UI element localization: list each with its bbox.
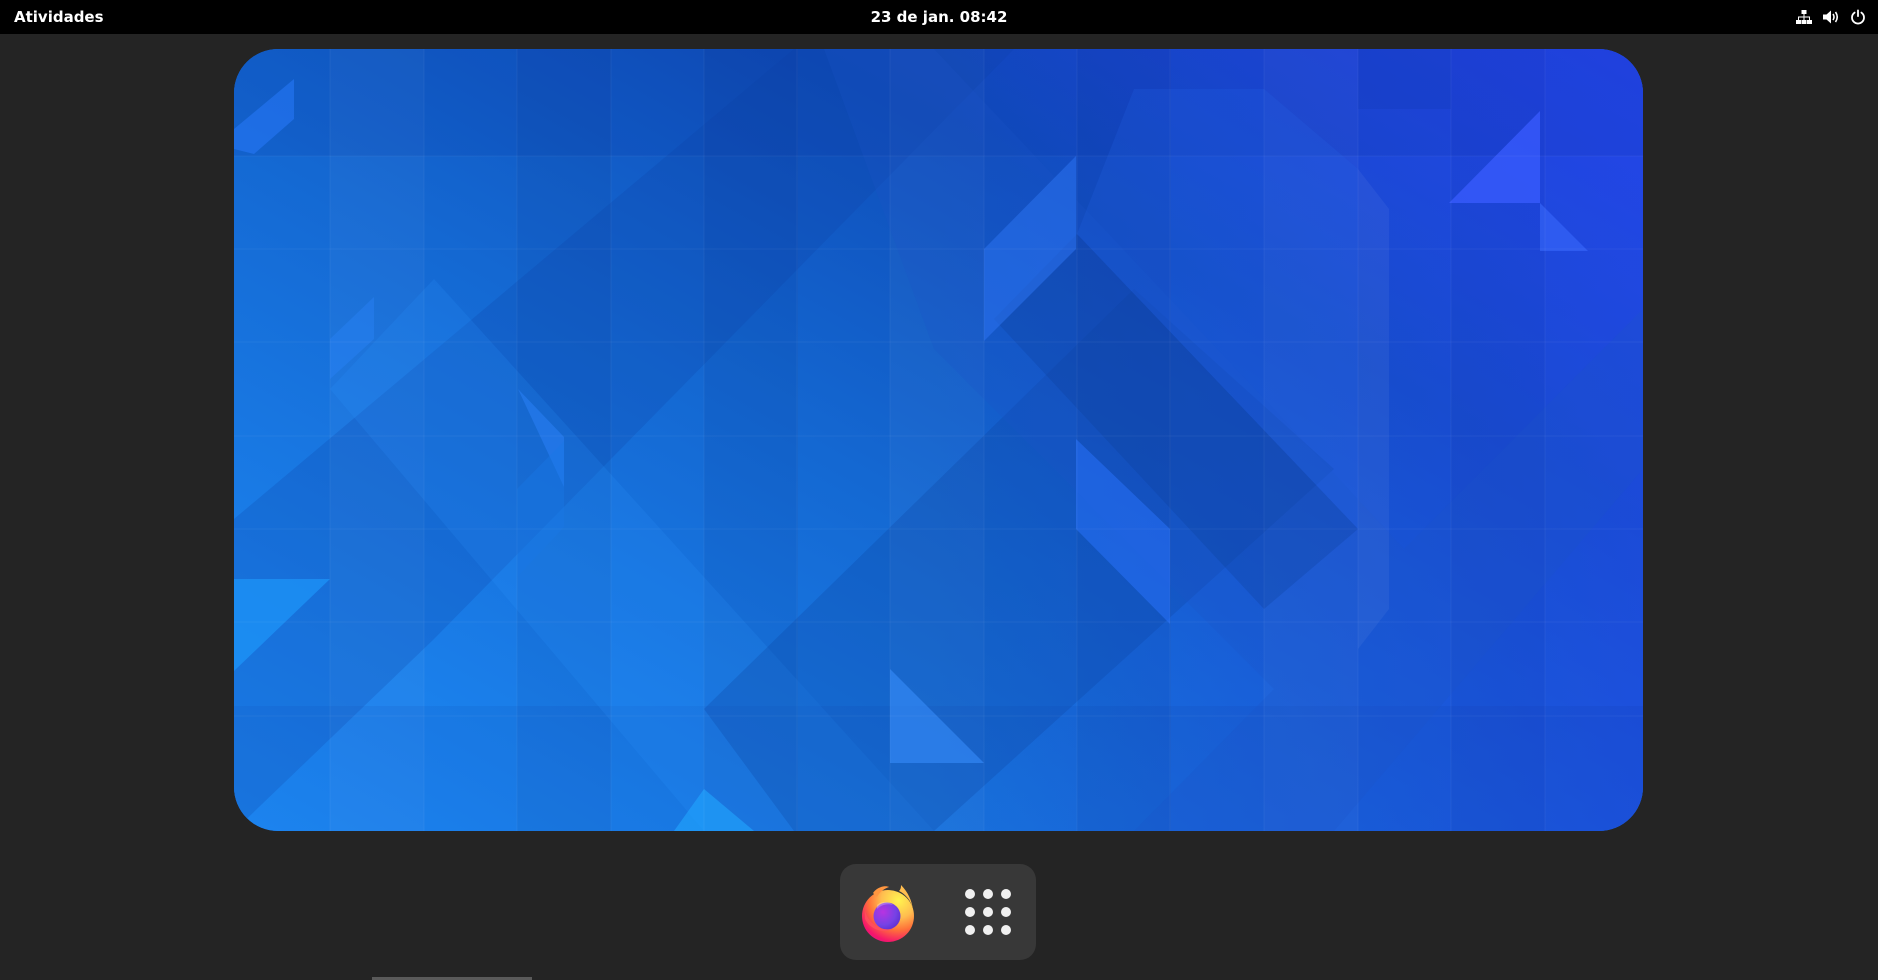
top-bar: Atividades 23 de jan. 08:42 — [0, 0, 1878, 34]
activities-button[interactable]: Atividades — [6, 4, 112, 30]
volume-icon — [1822, 9, 1840, 25]
date-time-clock[interactable]: 23 de jan. 08:42 — [861, 4, 1018, 30]
firefox-icon — [862, 885, 914, 942]
dash — [840, 864, 1036, 960]
dash-item-firefox[interactable] — [852, 876, 924, 948]
show-applications-button[interactable] — [952, 876, 1024, 948]
app-grid-icon — [965, 889, 1011, 935]
network-wired-icon — [1796, 9, 1812, 25]
power-icon — [1850, 9, 1866, 25]
system-status-menu[interactable] — [1790, 4, 1872, 30]
desktop-wallpaper — [234, 49, 1643, 831]
workspace-thumbnail[interactable] — [234, 49, 1643, 831]
